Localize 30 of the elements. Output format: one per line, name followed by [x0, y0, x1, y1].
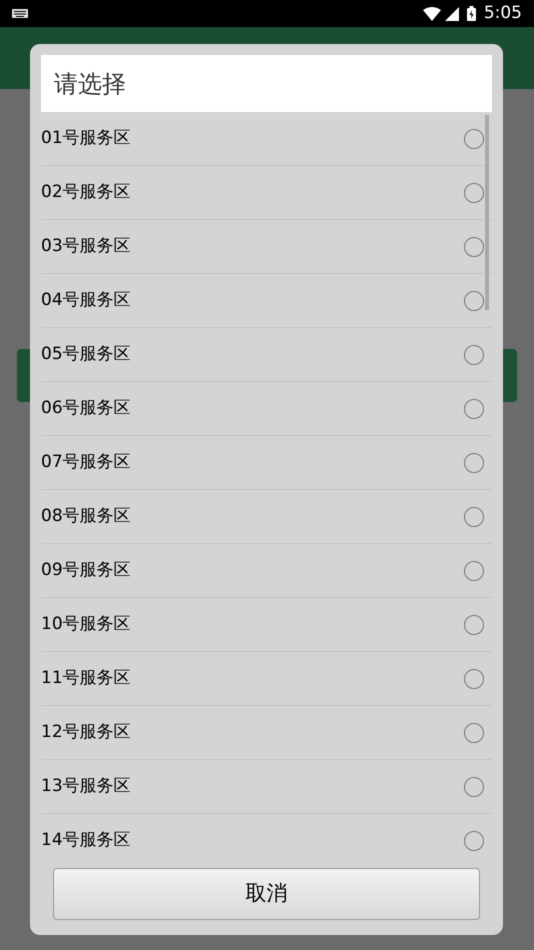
radio-button[interactable] [464, 668, 484, 688]
option-row[interactable]: 13号服务区 [41, 760, 492, 814]
radio-button[interactable] [464, 452, 484, 472]
radio-button[interactable] [464, 182, 484, 202]
option-row[interactable]: 08号服务区 [41, 490, 492, 544]
radio-button[interactable] [464, 128, 484, 148]
wifi-icon [422, 6, 441, 20]
radio-button[interactable] [464, 236, 484, 256]
radio-button[interactable] [464, 614, 484, 634]
radio-button[interactable] [464, 830, 484, 850]
option-row[interactable]: 12号服务区 [41, 706, 492, 760]
keyboard-icon [12, 9, 28, 18]
radio-button[interactable] [464, 722, 484, 742]
option-row[interactable]: 07号服务区 [41, 436, 492, 490]
radio-button[interactable] [464, 560, 484, 580]
radio-button[interactable] [464, 776, 484, 796]
signal-icon [444, 6, 459, 20]
dialog-title: 请选择 [54, 68, 126, 100]
cancel-button[interactable]: 取消 [53, 868, 480, 920]
option-row[interactable]: 10号服务区 [41, 598, 492, 652]
option-row[interactable]: 05号服务区 [41, 328, 492, 382]
option-row[interactable]: 06号服务区 [41, 382, 492, 436]
battery-icon [466, 6, 476, 21]
option-row[interactable]: 09号服务区 [41, 544, 492, 598]
option-row[interactable]: 11号服务区 [41, 652, 492, 706]
radio-button[interactable] [464, 506, 484, 526]
radio-button[interactable] [464, 398, 484, 418]
radio-button[interactable] [464, 290, 484, 310]
clock: 5:05 [484, 2, 522, 25]
radio-button[interactable] [464, 344, 484, 364]
